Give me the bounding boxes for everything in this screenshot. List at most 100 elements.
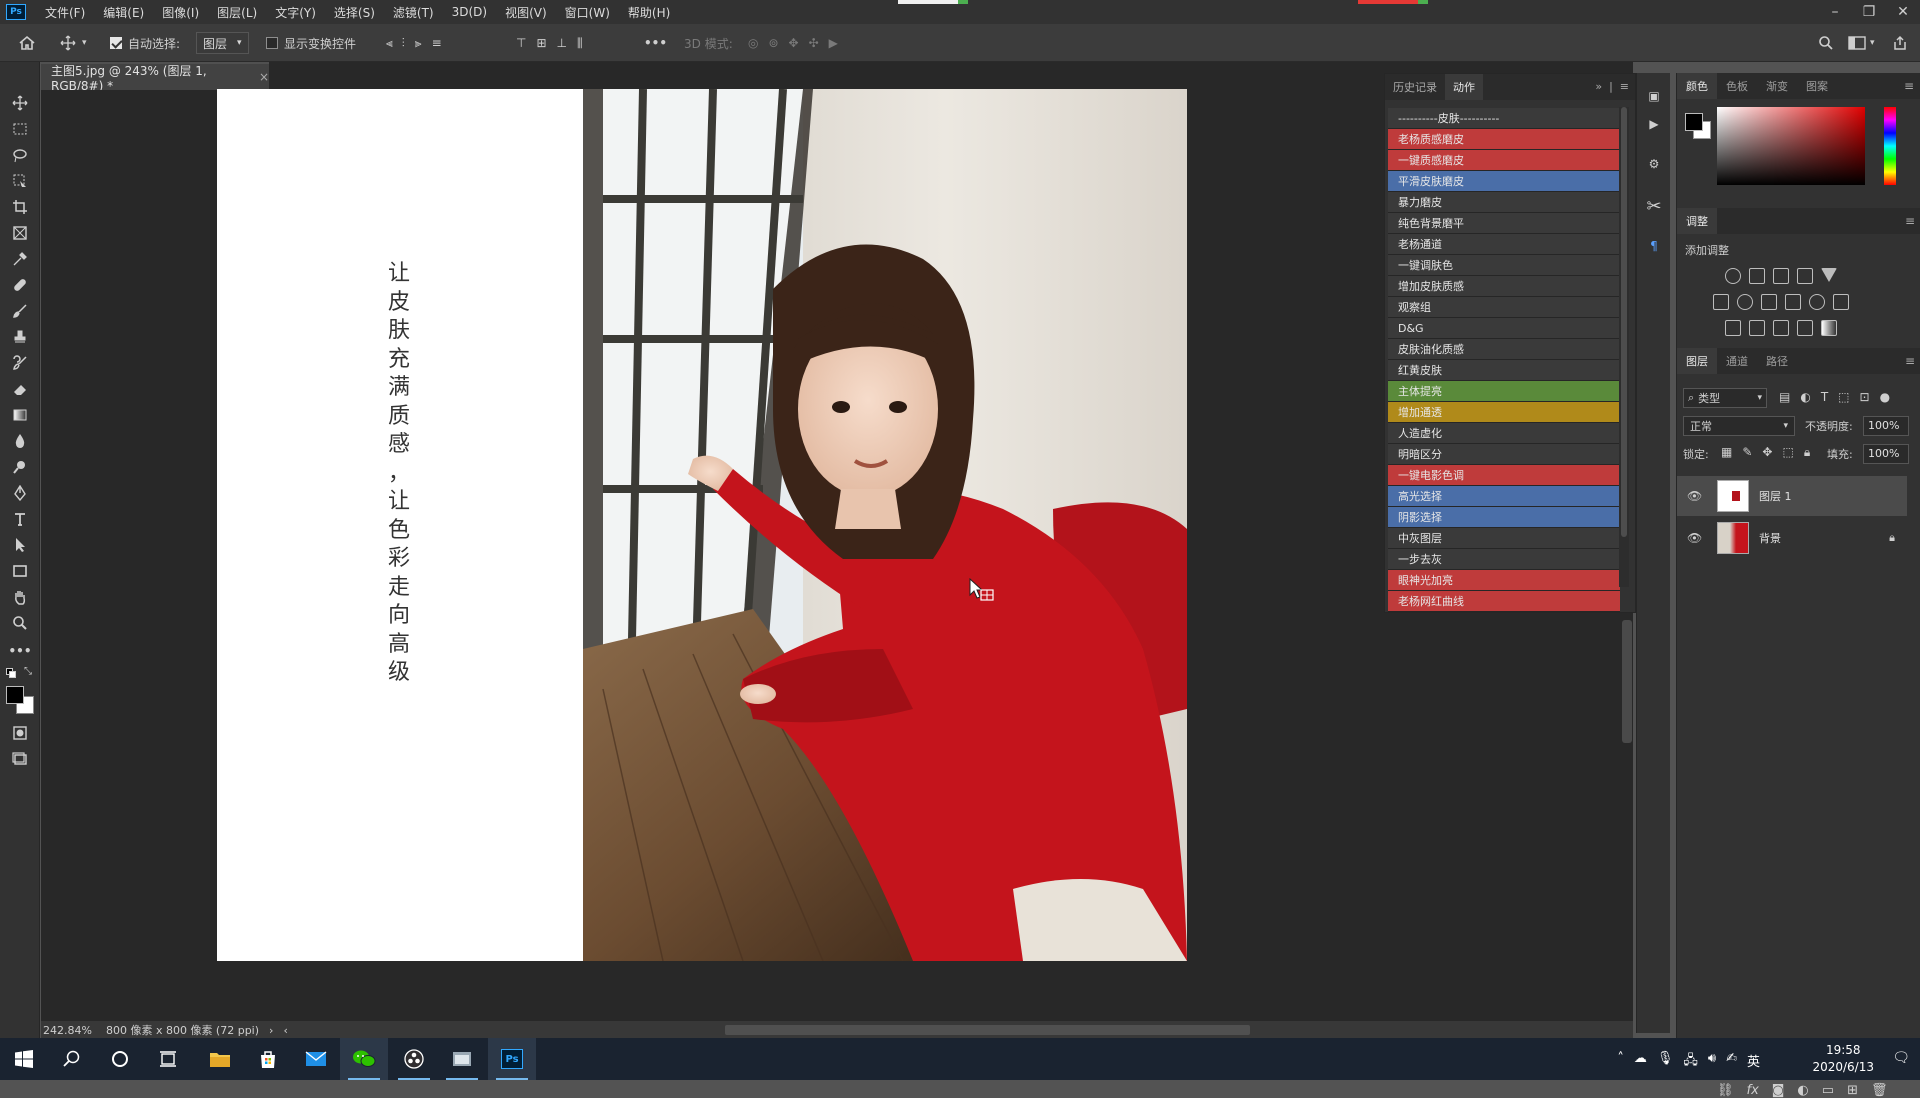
blend-mode-dropdown[interactable]: 正常 ▾ bbox=[1683, 416, 1795, 436]
history-panel-icon[interactable]: ▣ bbox=[1643, 85, 1665, 107]
panel-menu-icon[interactable]: ≡ bbox=[1904, 79, 1914, 93]
restore-icon[interactable]: ❐ bbox=[1852, 0, 1886, 24]
panel-menu-icon[interactable]: ≡ bbox=[1905, 214, 1915, 228]
tab-color[interactable]: 颜色 bbox=[1677, 73, 1717, 99]
dodge-tool-icon[interactable] bbox=[8, 456, 32, 478]
menu-filter[interactable]: 滤镜(T) bbox=[384, 4, 443, 21]
action-item[interactable]: ----------皮肤---------- bbox=[1388, 108, 1620, 129]
selective-color-icon[interactable] bbox=[1797, 320, 1813, 336]
action-item[interactable]: 人造虚化 bbox=[1388, 423, 1620, 444]
new-adjustment-icon[interactable]: ◐ bbox=[1797, 1083, 1808, 1098]
screen-mode-icon[interactable] bbox=[8, 748, 32, 770]
action-item[interactable]: 一键调肤色 bbox=[1388, 255, 1620, 276]
curves-icon[interactable] bbox=[1773, 268, 1789, 284]
layer-row-background[interactable]: 👁︎ 背景 🔒︎ bbox=[1677, 518, 1907, 558]
filter-pixel-icon[interactable]: ▤ bbox=[1779, 390, 1790, 404]
panel-menu-icon[interactable]: ≡ bbox=[1905, 354, 1915, 368]
align-right-icon[interactable]: ⫸ bbox=[415, 36, 422, 51]
action-item[interactable]: 一步去灰 bbox=[1388, 549, 1620, 570]
move-tool-icon[interactable] bbox=[8, 92, 32, 114]
roll-3d-icon[interactable]: ⊚ bbox=[768, 36, 778, 50]
hue-saturation-icon[interactable] bbox=[1713, 294, 1729, 310]
tab-history[interactable]: 历史记录 bbox=[1385, 74, 1445, 100]
quick-mask-icon[interactable] bbox=[8, 722, 32, 744]
taskbar-search-icon[interactable] bbox=[48, 1038, 96, 1080]
menu-layer[interactable]: 图层(L) bbox=[208, 4, 266, 21]
align-middle-icon[interactable]: ⊞ bbox=[536, 36, 546, 50]
photoshop-taskbar-icon[interactable]: Ps bbox=[488, 1038, 536, 1080]
channel-mixer-icon[interactable] bbox=[1809, 294, 1825, 310]
lock-all-icon[interactable]: 🔒︎ bbox=[1804, 445, 1810, 460]
threshold-icon[interactable] bbox=[1773, 320, 1789, 336]
brush-tool-icon[interactable] bbox=[8, 300, 32, 322]
color-picker-field[interactable] bbox=[1717, 107, 1865, 185]
default-colors-icon[interactable]: ⤡ bbox=[6, 666, 34, 680]
black-white-icon[interactable] bbox=[1761, 294, 1777, 310]
onedrive-cloud-icon[interactable]: ☁ bbox=[1634, 1051, 1647, 1073]
filter-shape-icon[interactable]: ⬚ bbox=[1838, 390, 1849, 404]
menu-select[interactable]: 选择(S) bbox=[325, 4, 384, 21]
move-tool-preset-icon[interactable]: ▾ bbox=[60, 24, 87, 62]
input-method-label[interactable]: 英 bbox=[1747, 1051, 1760, 1073]
hue-slider[interactable] bbox=[1884, 107, 1896, 185]
distribute-icon[interactable]: ≡ bbox=[432, 36, 442, 50]
zoom-readout[interactable]: 242.84% bbox=[43, 1024, 92, 1037]
brightness-icon[interactable] bbox=[1725, 268, 1741, 284]
mail-icon[interactable] bbox=[292, 1038, 340, 1080]
action-item[interactable]: 老杨质感磨皮 bbox=[1388, 129, 1620, 150]
menu-type[interactable]: 文字(Y) bbox=[266, 4, 325, 21]
gradient-tool-icon[interactable] bbox=[8, 404, 32, 426]
action-item[interactable]: 观察组 bbox=[1388, 297, 1620, 318]
tab-swatches[interactable]: 色板 bbox=[1717, 73, 1757, 99]
foreground-color-swatch[interactable] bbox=[6, 686, 24, 704]
show-transform-checkbox[interactable]: 显示变换控件 bbox=[266, 24, 356, 62]
slide-3d-icon[interactable]: ✣ bbox=[809, 36, 819, 50]
align-top-icon[interactable]: ⊤ bbox=[516, 36, 526, 50]
task-view-icon[interactable] bbox=[144, 1038, 192, 1080]
vibrance-icon[interactable] bbox=[1821, 268, 1837, 282]
horizontal-scrollbar[interactable] bbox=[725, 1025, 1250, 1035]
object-select-tool-icon[interactable] bbox=[8, 170, 32, 192]
scroll-left-icon[interactable]: ‹ bbox=[283, 1024, 287, 1037]
new-group-icon[interactable]: ▭ bbox=[1822, 1083, 1834, 1098]
blur-tool-icon[interactable] bbox=[8, 430, 32, 452]
layer-name[interactable]: 图层 1 bbox=[1759, 488, 1792, 504]
action-item[interactable]: 老杨网红曲线 bbox=[1388, 591, 1620, 612]
zoom-tool-icon[interactable] bbox=[8, 612, 32, 634]
layer-row-layer1[interactable]: 👁︎ 图层 1 bbox=[1677, 476, 1907, 516]
action-item[interactable]: 老杨通道 bbox=[1388, 234, 1620, 255]
color-lookup-icon[interactable] bbox=[1833, 294, 1849, 310]
search-icon[interactable] bbox=[1818, 24, 1834, 62]
menu-3d[interactable]: 3D(D) bbox=[443, 5, 496, 19]
photo-filter-icon[interactable] bbox=[1785, 294, 1801, 310]
status-arrow-icon[interactable]: › bbox=[269, 1024, 273, 1037]
tab-paths[interactable]: 路径 bbox=[1757, 348, 1797, 374]
action-item[interactable]: 纯色背景磨平 bbox=[1388, 213, 1620, 234]
distribute-vertical-icon[interactable]: ⫼ bbox=[577, 36, 583, 51]
file-explorer-icon[interactable] bbox=[196, 1038, 244, 1080]
clock[interactable]: 19:58 2020/6/13 bbox=[1812, 1042, 1874, 1076]
posterize-icon[interactable] bbox=[1749, 320, 1765, 336]
history-brush-tool-icon[interactable] bbox=[8, 352, 32, 374]
filter-type-icon[interactable]: T bbox=[1821, 390, 1828, 404]
menu-help[interactable]: 帮助(H) bbox=[619, 4, 679, 21]
marquee-tool-icon[interactable] bbox=[8, 118, 32, 140]
visibility-eye-icon[interactable]: 👁︎ bbox=[1687, 489, 1707, 503]
menu-view[interactable]: 视图(V) bbox=[496, 4, 556, 21]
microphone-icon[interactable]: 🎙︎ bbox=[1657, 1051, 1674, 1073]
layer-filter-dropdown[interactable]: ⌕ 类型 ▾ bbox=[1683, 388, 1767, 408]
action-item[interactable]: 一键电影色调 bbox=[1388, 465, 1620, 486]
edit-toolbar-icon[interactable]: ••• bbox=[8, 640, 32, 662]
filter-smart-icon[interactable]: ⊡ bbox=[1860, 390, 1870, 404]
type-tool-icon[interactable] bbox=[8, 508, 32, 530]
color-swatches[interactable] bbox=[6, 684, 34, 716]
tab-channels[interactable]: 通道 bbox=[1717, 348, 1757, 374]
eraser-tool-icon[interactable] bbox=[8, 378, 32, 400]
opacity-input[interactable]: 100% bbox=[1863, 416, 1909, 436]
link-layers-icon[interactable]: ⛓︎ bbox=[1717, 1083, 1734, 1098]
pen-icon[interactable]: ✍︎ bbox=[1726, 1051, 1737, 1073]
store-icon[interactable] bbox=[244, 1038, 292, 1080]
align-bottom-icon[interactable]: ⊥ bbox=[557, 36, 567, 50]
action-item[interactable]: 高光选择 bbox=[1388, 486, 1620, 507]
fill-input[interactable]: 100% bbox=[1863, 444, 1909, 464]
